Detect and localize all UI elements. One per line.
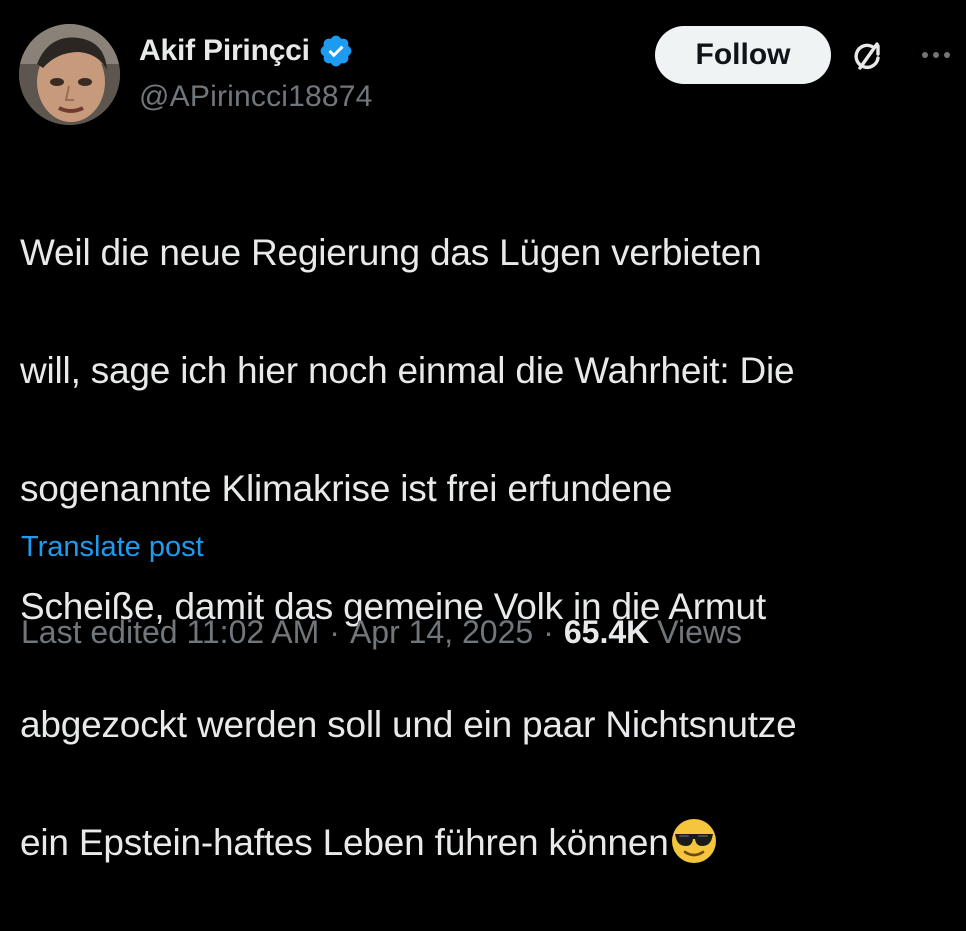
verified-badge-icon[interactable]: [318, 33, 354, 69]
avatar-image: [19, 24, 120, 125]
views-count[interactable]: 65.4K: [564, 614, 649, 651]
post-text-line: ein Epstein-haftes Leben führen können: [20, 822, 669, 863]
sunglasses-emoji-icon: [670, 817, 718, 865]
views-label: Views: [657, 614, 743, 650]
post-date[interactable]: Apr 14, 2025: [350, 614, 533, 651]
post-text-line-last: ein Epstein-haftes Leben führen können: [20, 813, 955, 872]
meta-separator: ·: [329, 614, 340, 650]
edited-timestamp[interactable]: Last edited 11:02 AM: [21, 614, 319, 651]
avatar[interactable]: [19, 24, 120, 125]
post-meta: Last edited 11:02 AM · Apr 14, 2025 · 65…: [21, 614, 742, 651]
post-text-line: will, sage ich hier noch einmal die Wahr…: [20, 350, 795, 391]
more-icon[interactable]: [916, 45, 956, 65]
author-handle[interactable]: @APirincci18874: [139, 80, 373, 114]
grok-icon[interactable]: [848, 36, 888, 76]
author-name-row: Akif Pirinçci: [139, 32, 354, 70]
post: Akif Pirinçci @APirincci18874 Follow Wei…: [0, 0, 966, 863]
post-text-line: Weil die neue Regierung das Lügen verbie…: [20, 232, 762, 273]
post-text-line: abgezockt werden soll und ein paar Nicht…: [20, 704, 797, 745]
translate-post-link[interactable]: Translate post: [21, 531, 204, 564]
author-display-name[interactable]: Akif Pirinçci: [139, 34, 310, 68]
post-text-line: sogenannte Klimakrise ist frei erfundene: [20, 468, 673, 509]
follow-button[interactable]: Follow: [655, 26, 831, 84]
meta-separator: ·: [543, 614, 554, 650]
